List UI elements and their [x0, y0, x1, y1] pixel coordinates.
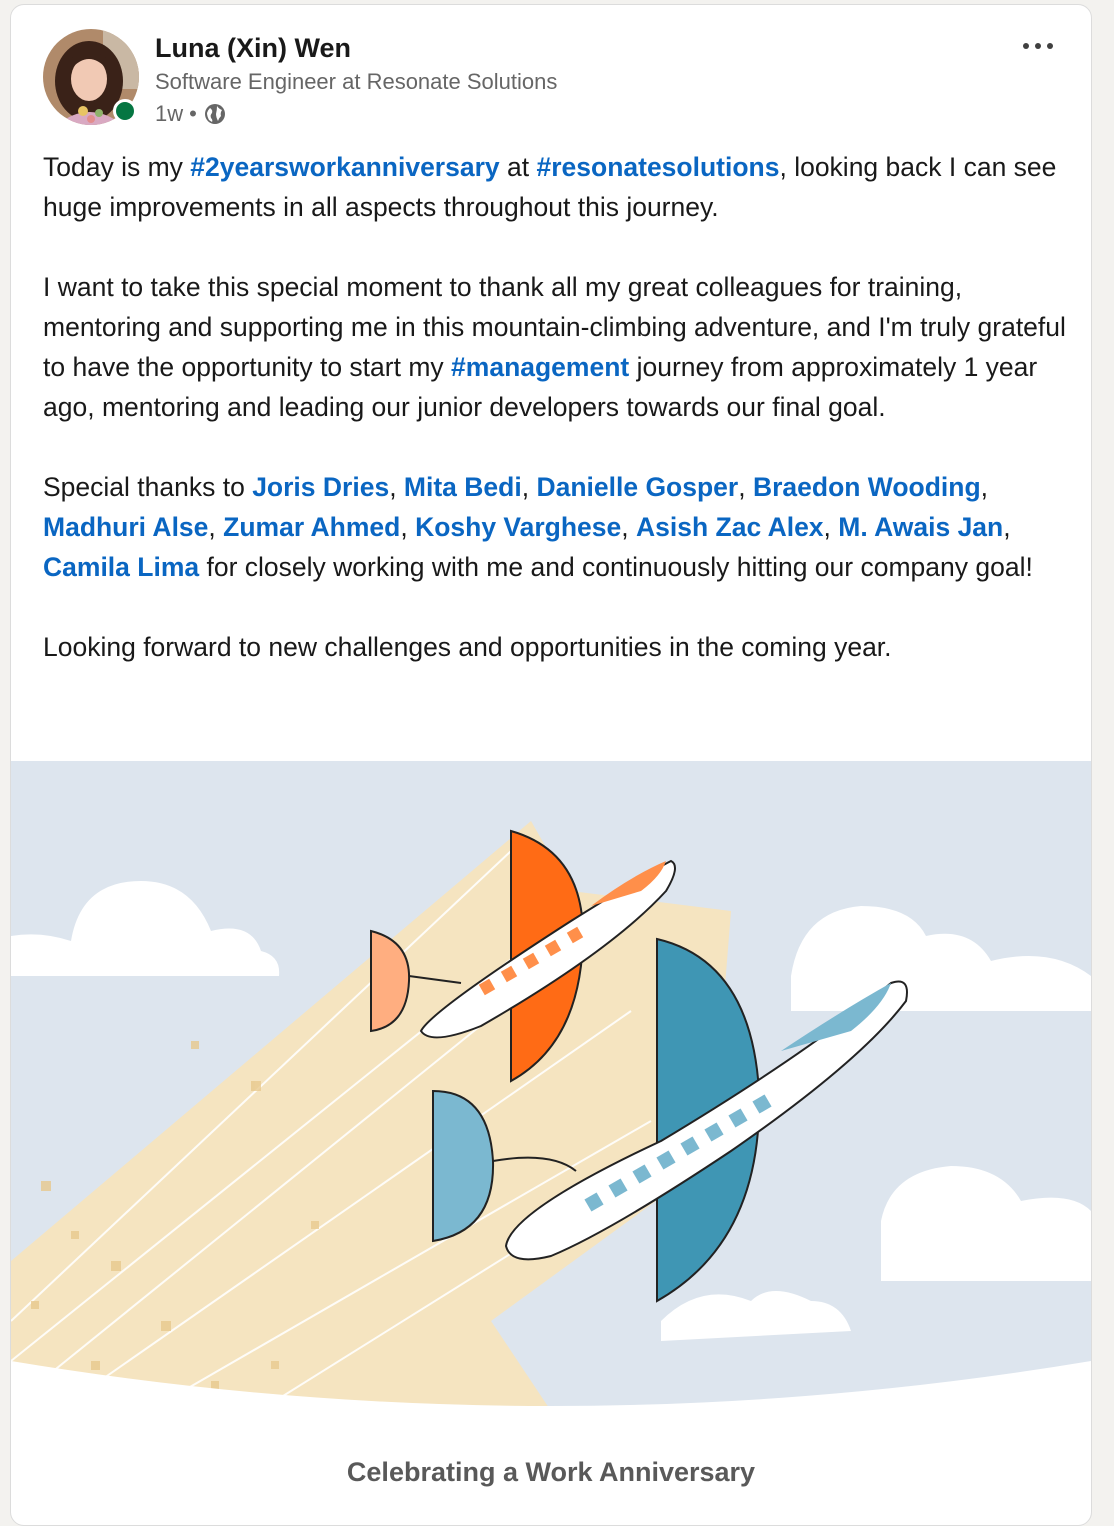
mention-link[interactable]: Joris Dries	[252, 472, 389, 502]
post-text: Today is my #2yearsworkanniversary at #r…	[43, 147, 1073, 667]
author-headline: Software Engineer at Resonate Solutions	[155, 69, 558, 94]
separator: ,	[208, 512, 224, 542]
text: for closely working with me and continuo…	[199, 552, 1033, 582]
mention-link[interactable]: Braedon Wooding	[753, 472, 981, 502]
mention-link[interactable]: Koshy Varghese	[415, 512, 621, 542]
separator: ,	[1003, 512, 1011, 542]
mention-link[interactable]: Mita Bedi	[404, 472, 522, 502]
separator: ,	[521, 472, 537, 502]
post-card: Luna (Xin) Wen Software Engineer at Reso…	[10, 4, 1092, 1526]
paragraph-1: Today is my #2yearsworkanniversary at #r…	[43, 147, 1073, 227]
separator: ,	[980, 472, 989, 502]
meta-separator: •	[189, 101, 197, 126]
post-image[interactable]	[11, 761, 1091, 1442]
separator: ,	[400, 512, 416, 542]
text: Today is my	[43, 152, 191, 182]
work-anniversary-illustration	[11, 761, 1091, 1442]
dot	[1023, 43, 1029, 49]
mention-link[interactable]: M. Awais Jan	[838, 512, 1003, 542]
separator: ,	[738, 472, 753, 502]
text: at	[499, 152, 537, 182]
post-meta: 1w •	[155, 101, 227, 127]
author-name[interactable]: Luna (Xin) Wen	[155, 33, 351, 64]
paragraph-4: Looking forward to new challenges and op…	[43, 632, 892, 662]
separator: ,	[621, 512, 636, 542]
more-options-button[interactable]	[1011, 31, 1065, 61]
mention-link[interactable]: Danielle Gosper	[536, 472, 738, 502]
hashtag-link[interactable]: #resonatesolutions	[536, 152, 779, 182]
separator: ,	[389, 472, 404, 502]
hashtag-link[interactable]: #2yearsworkanniversary	[190, 152, 499, 182]
paragraph-2: I want to take this special moment to th…	[43, 267, 1073, 427]
dot	[1035, 43, 1041, 49]
paragraph-3: Special thanks to Joris Dries, Mita Bedi…	[43, 467, 1073, 587]
avatar[interactable]	[43, 29, 139, 125]
text: Special thanks to	[43, 472, 253, 502]
mention-link[interactable]: Madhuri Alse	[43, 512, 208, 542]
dot	[1047, 43, 1053, 49]
separator: ,	[823, 512, 839, 542]
mention-link[interactable]: Camila Lima	[43, 552, 199, 582]
mention-link[interactable]: Zumar Ahmed	[223, 512, 400, 542]
image-caption: Celebrating a Work Anniversary	[346, 1457, 756, 1487]
hashtag-link[interactable]: #management	[451, 352, 629, 382]
globe-icon	[203, 102, 227, 126]
online-status-badge	[113, 99, 137, 123]
mention-link[interactable]: Asish Zac Alex	[636, 512, 824, 542]
post-time: 1w	[155, 101, 184, 126]
